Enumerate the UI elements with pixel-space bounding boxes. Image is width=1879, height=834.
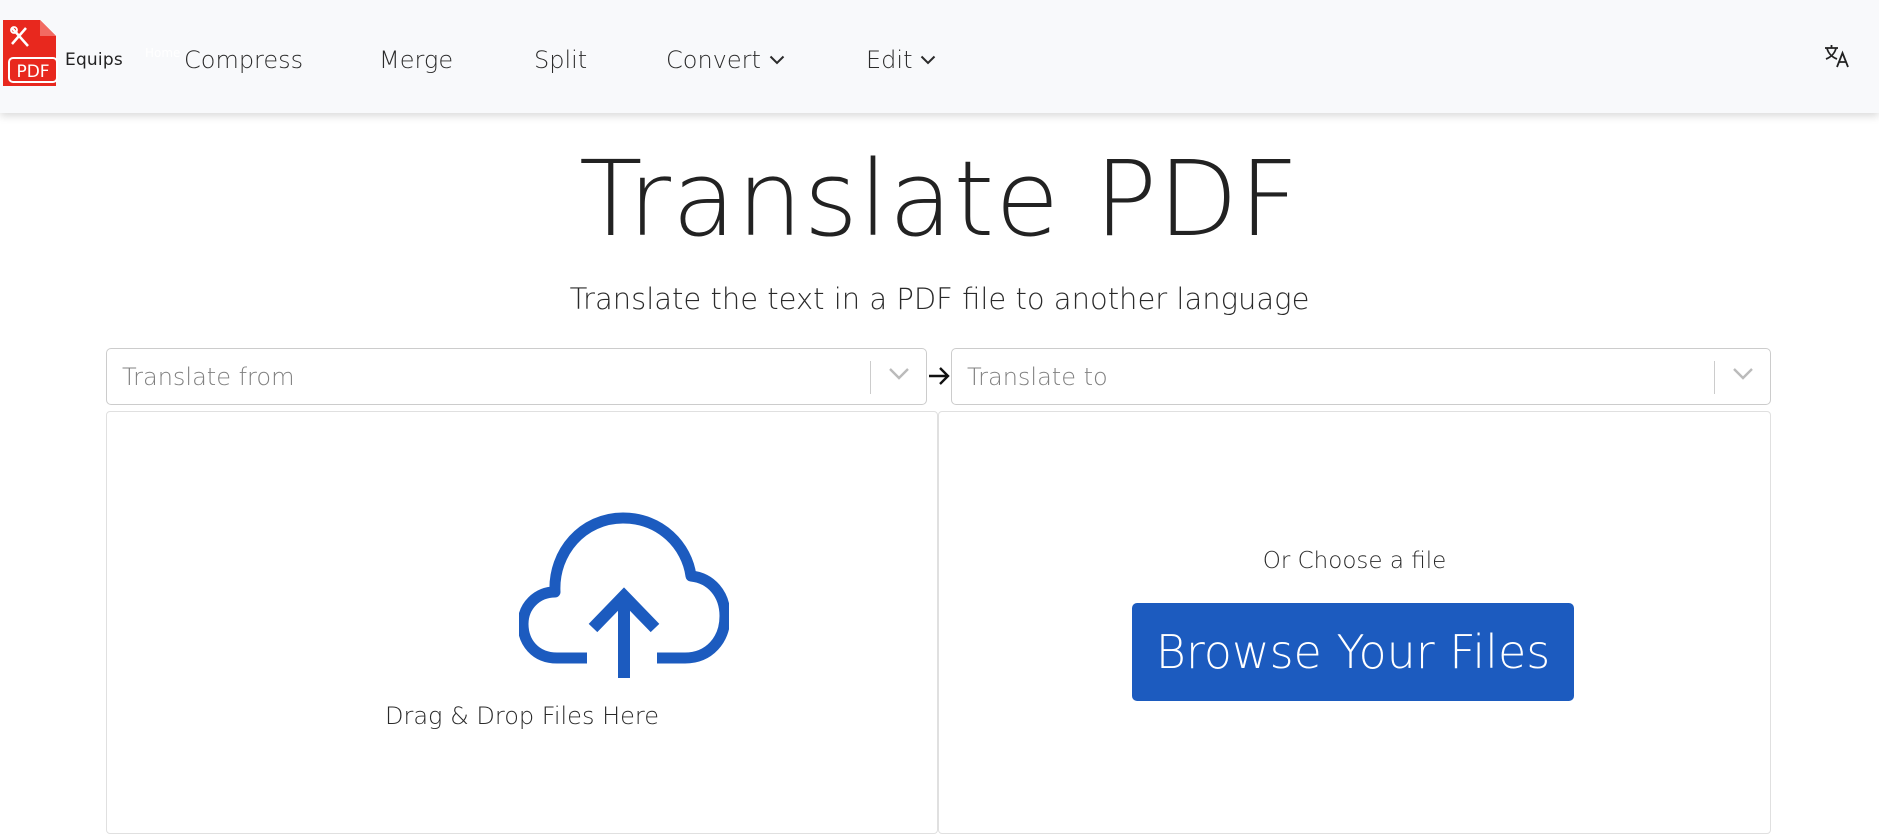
chevron-down-icon — [769, 55, 785, 65]
choose-file-text: Or Choose a file — [1262, 548, 1447, 574]
nav-edit-label: Edit — [866, 46, 913, 74]
select-divider — [870, 361, 871, 394]
cloud-upload-icon — [519, 512, 729, 678]
translate-from-placeholder: Translate from — [122, 363, 295, 391]
file-chooser-panel: Or Choose a file Browse Your Files — [938, 411, 1771, 834]
translate-icon[interactable] — [1824, 44, 1850, 68]
nav-merge[interactable]: Merge — [379, 46, 453, 74]
logo-text: Equips — [65, 50, 123, 70]
nav-compress-label: Compress — [184, 46, 304, 74]
chevron-down-icon — [921, 55, 936, 65]
nav-home[interactable]: Home — [145, 46, 180, 60]
nav-edit[interactable]: Edit — [866, 46, 936, 74]
pdf-equips-logo[interactable]: PDF — [2, 18, 58, 88]
logo-badge: PDF — [16, 62, 49, 82]
nav-compress[interactable]: Compress — [184, 46, 303, 74]
logo-icon: PDF — [3, 20, 58, 86]
nav-split[interactable]: Split — [534, 46, 587, 74]
page-subtitle: Translate the text in a PDF file to anot… — [569, 282, 1310, 316]
page-title: Translate PDF — [579, 138, 1300, 260]
drag-drop-text: Drag & Drop Files Here — [384, 702, 659, 730]
nav-convert[interactable]: Convert — [666, 46, 785, 74]
nav-convert-label: Convert — [666, 46, 761, 74]
arrow-right-icon — [929, 367, 950, 385]
drag-drop-zone[interactable]: Drag & Drop Files Here — [106, 411, 938, 834]
nav-split-label: Split — [534, 46, 588, 74]
top-navbar: PDF Equips Home Compress Merge Split Con… — [0, 0, 1879, 113]
nav-merge-label: Merge — [379, 46, 454, 74]
chevron-down-icon[interactable] — [1732, 367, 1754, 381]
chevron-down-icon[interactable] — [888, 367, 910, 381]
browse-files-button[interactable]: Browse Your Files — [1132, 603, 1574, 701]
translate-to-select[interactable]: Translate to — [951, 348, 1771, 405]
select-divider — [1714, 361, 1715, 394]
translate-to-placeholder: Translate to — [967, 363, 1108, 391]
translate-from-select[interactable]: Translate from — [106, 348, 927, 405]
